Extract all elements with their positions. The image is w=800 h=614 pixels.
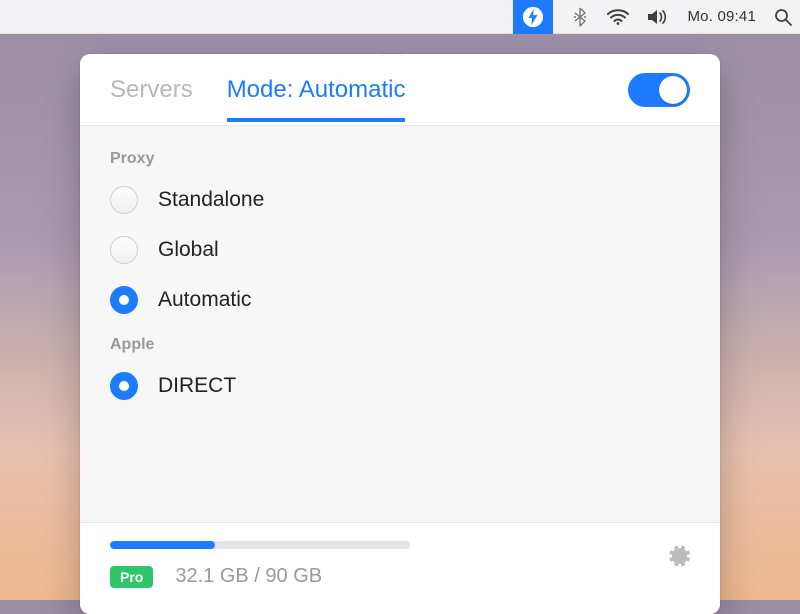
radio-label: Standalone — [158, 188, 264, 212]
usage-progress — [110, 541, 410, 549]
pro-badge: Pro — [110, 566, 153, 588]
radio-icon — [110, 186, 138, 214]
gear-icon — [666, 543, 692, 569]
app-popover: Servers Mode: Automatic Proxy Standalone… — [80, 54, 720, 614]
wifi-icon[interactable] — [607, 9, 629, 25]
radio-label: Global — [158, 238, 219, 262]
tab-bar: Servers Mode: Automatic — [80, 54, 720, 126]
toggle-knob — [659, 76, 687, 104]
proxy-option-automatic[interactable]: Automatic — [110, 286, 690, 314]
menubar-clock[interactable]: Mo. 09:41 — [687, 8, 756, 25]
macos-menubar: Mo. 09:41 — [0, 0, 800, 34]
proxy-option-standalone[interactable]: Standalone — [110, 186, 690, 214]
section-title-proxy: Proxy — [110, 150, 690, 168]
usage-text: 32.1 GB / 90 GB — [175, 565, 322, 588]
tab-mode[interactable]: Mode: Automatic — [227, 76, 406, 122]
radio-label: DIRECT — [158, 374, 236, 398]
spotlight-icon[interactable] — [774, 8, 792, 26]
popover-body: Proxy Standalone Global Automatic Apple … — [80, 126, 720, 522]
tab-servers[interactable]: Servers — [110, 76, 193, 122]
radio-label: Automatic — [158, 288, 251, 312]
radio-icon — [110, 372, 138, 400]
proxy-option-global[interactable]: Global — [110, 236, 690, 264]
popover-footer: Pro 32.1 GB / 90 GB — [80, 522, 720, 614]
bolt-icon — [522, 6, 544, 28]
apple-option-direct[interactable]: DIRECT — [110, 372, 690, 400]
usage-progress-fill — [110, 541, 215, 549]
radio-icon — [110, 236, 138, 264]
section-title-apple: Apple — [110, 336, 690, 354]
bluetooth-icon[interactable] — [571, 7, 589, 27]
radio-icon — [110, 286, 138, 314]
settings-button[interactable] — [666, 543, 692, 574]
enable-toggle[interactable] — [628, 73, 690, 107]
app-menubar-icon[interactable] — [513, 0, 553, 34]
popover-arrow — [380, 54, 404, 56]
volume-icon[interactable] — [647, 8, 669, 26]
